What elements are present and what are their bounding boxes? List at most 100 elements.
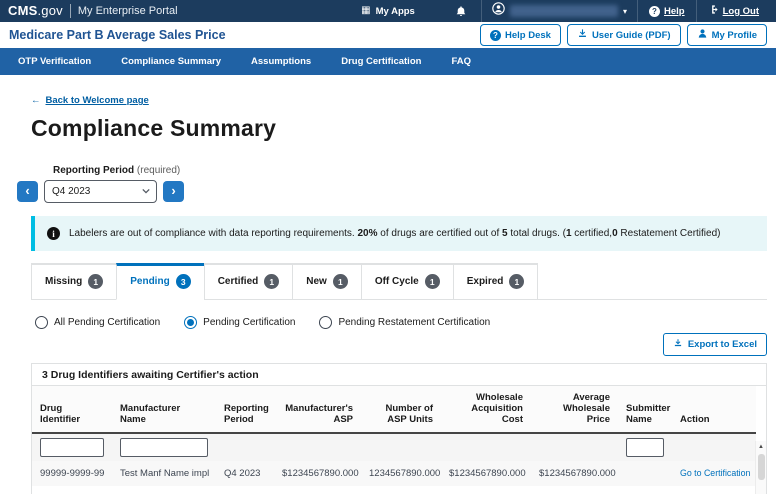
col-manufacturers-asp: Manufacturer's ASP xyxy=(274,386,361,433)
manufacturer-name-filter-input[interactable] xyxy=(120,438,208,457)
table-row: 99999-9999-99 Test Manf Name impl Q4 202… xyxy=(32,486,756,494)
my-profile-button[interactable]: My Profile xyxy=(687,24,767,46)
pending-drugs-table-card: 3 Drug Identifiers awaiting Certifier's … xyxy=(31,363,767,494)
back-link-label: Back to Welcome page xyxy=(46,95,149,106)
tab-missing[interactable]: Missing1 xyxy=(31,263,117,300)
top-bar: CMS.gov My Enterprise Portal ▦ My Apps ▾… xyxy=(0,0,776,22)
submitter-name-filter-input[interactable] xyxy=(626,438,664,457)
nav-otp-verification[interactable]: OTP Verification xyxy=(18,56,91,67)
username-redacted xyxy=(510,5,618,17)
help-desk-label: Help Desk xyxy=(505,30,551,41)
table-title: 3 Drug Identifiers awaiting Certifier's … xyxy=(32,364,766,386)
expired-count-badge: 1 xyxy=(509,274,524,289)
export-to-excel-button[interactable]: Export to Excel xyxy=(663,333,767,356)
sub-header: Medicare Part B Average Sales Price ? He… xyxy=(0,22,776,48)
certified-count-badge: 1 xyxy=(264,274,279,289)
application-title: Medicare Part B Average Sales Price xyxy=(9,28,226,42)
radio-all-pending-certification[interactable]: All Pending Certification xyxy=(35,316,160,329)
radio-pending-restatement-certification[interactable]: Pending Restatement Certification xyxy=(319,316,490,329)
col-action: Action xyxy=(672,386,756,433)
tab-new[interactable]: New1 xyxy=(292,263,362,300)
nav-drug-certification[interactable]: Drug Certification xyxy=(341,56,421,67)
table-row: 99999-9999-99 Test Manf Name impl Q4 202… xyxy=(32,461,756,486)
chevron-right-icon: › xyxy=(171,184,175,197)
reporting-period-select-wrap: Q4 2023 xyxy=(44,180,157,203)
tab-off-cycle[interactable]: Off Cycle1 xyxy=(361,263,454,300)
col-submitter-name: Submitter Name xyxy=(618,386,672,433)
status-tabs: Missing1 Pending3 Certified1 New1 Off Cy… xyxy=(31,263,767,300)
avatar-icon xyxy=(492,2,505,20)
scrollbar-thumb[interactable] xyxy=(758,454,765,480)
user-guide-button[interactable]: User Guide (PDF) xyxy=(567,24,681,46)
scroll-up-icon[interactable]: ▲ xyxy=(758,441,764,450)
logout-label: Log Out xyxy=(723,6,759,17)
user-menu[interactable]: ▾ xyxy=(481,0,637,22)
help-icon: ? xyxy=(649,6,660,17)
off-cycle-count-badge: 1 xyxy=(425,274,440,289)
pending-drugs-table: Drug Identifier Manufacturer Name Report… xyxy=(32,386,756,494)
back-arrow-icon: ← xyxy=(31,95,41,106)
main-navigation: OTP Verification Compliance Summary Assu… xyxy=(0,48,776,75)
help-desk-button[interactable]: ? Help Desk xyxy=(480,24,561,46)
back-to-welcome-link[interactable]: ← Back to Welcome page xyxy=(31,95,149,106)
go-to-certification-link[interactable]: Go to Certification→ xyxy=(680,468,756,478)
nav-compliance-summary[interactable]: Compliance Summary xyxy=(121,56,221,67)
logout-link[interactable]: Log Out xyxy=(696,0,770,22)
col-manufacturer-name: Manufacturer Name xyxy=(112,386,216,433)
new-count-badge: 1 xyxy=(333,274,348,289)
download-icon xyxy=(577,28,588,42)
my-apps-label: My Apps xyxy=(376,6,415,17)
reporting-period-select[interactable]: Q4 2023 xyxy=(44,180,157,203)
col-number-of-asp-units: Number of ASP Units xyxy=(361,386,441,433)
col-drug-identifier: Drug Identifier xyxy=(32,386,112,433)
sub-header-actions: ? Help Desk User Guide (PDF) My Profile xyxy=(480,24,767,46)
reporting-period-control: ‹ Q4 2023 › xyxy=(17,180,767,203)
my-profile-label: My Profile xyxy=(712,30,757,41)
previous-period-button[interactable]: ‹ xyxy=(17,181,38,202)
col-reporting-period: Reporting Period xyxy=(216,386,274,433)
col-wholesale-acquisition-cost: Wholesale Acquisition Cost xyxy=(441,386,531,433)
tab-expired[interactable]: Expired1 xyxy=(453,263,539,300)
brand-divider xyxy=(70,4,71,18)
app-window: CMS.gov My Enterprise Portal ▦ My Apps ▾… xyxy=(0,0,776,494)
info-icon: i xyxy=(47,227,60,240)
radio-circle-icon xyxy=(35,316,48,329)
help-link[interactable]: ? Help xyxy=(637,0,696,22)
nav-faq[interactable]: FAQ xyxy=(451,56,471,67)
cms-logo[interactable]: CMS.gov My Enterprise Portal xyxy=(8,2,178,20)
col-average-wholesale-price: Average Wholesale Price xyxy=(531,386,618,433)
drug-identifier-filter-input[interactable] xyxy=(40,438,104,457)
radio-circle-icon xyxy=(319,316,332,329)
radio-pending-certification[interactable]: Pending Certification xyxy=(184,316,295,329)
pending-count-badge: 3 xyxy=(176,274,191,289)
profile-icon xyxy=(697,28,708,42)
export-row: Export to Excel xyxy=(31,333,767,356)
user-guide-label: User Guide (PDF) xyxy=(592,30,671,41)
alert-message: Labelers are out of compliance with data… xyxy=(69,228,720,239)
help-label: Help xyxy=(664,6,685,17)
chevron-left-icon: ‹ xyxy=(25,184,29,197)
table-header-row: Drug Identifier Manufacturer Name Report… xyxy=(32,386,756,433)
compliance-info-alert: i Labelers are out of compliance with da… xyxy=(31,216,767,251)
caret-down-icon: ▾ xyxy=(623,7,627,16)
help-desk-icon: ? xyxy=(490,30,501,41)
pending-filter-radios: All Pending Certification Pending Certif… xyxy=(35,316,767,329)
my-apps-button[interactable]: ▦ My Apps xyxy=(361,6,415,17)
tab-pending[interactable]: Pending3 xyxy=(116,263,204,300)
download-icon xyxy=(673,338,683,351)
table-scrollbar[interactable]: ▲ xyxy=(755,441,766,494)
tab-certified[interactable]: Certified1 xyxy=(204,263,294,300)
apps-grid-icon: ▦ xyxy=(361,6,370,16)
radio-selected-icon xyxy=(184,316,197,329)
table-filter-row xyxy=(32,433,756,461)
portal-name: My Enterprise Portal xyxy=(78,5,178,17)
top-bar-right: ▾ ? Help Log Out xyxy=(441,0,770,22)
main-content: ← Back to Welcome page Compliance Summar… xyxy=(0,75,776,494)
notifications-bell-icon[interactable] xyxy=(441,5,481,18)
page-title: Compliance Summary xyxy=(31,115,767,142)
logout-icon xyxy=(708,4,719,18)
missing-count-badge: 1 xyxy=(88,274,103,289)
next-period-button[interactable]: › xyxy=(163,181,184,202)
brand-cms: CMS.gov xyxy=(8,2,63,20)
nav-assumptions[interactable]: Assumptions xyxy=(251,56,311,67)
